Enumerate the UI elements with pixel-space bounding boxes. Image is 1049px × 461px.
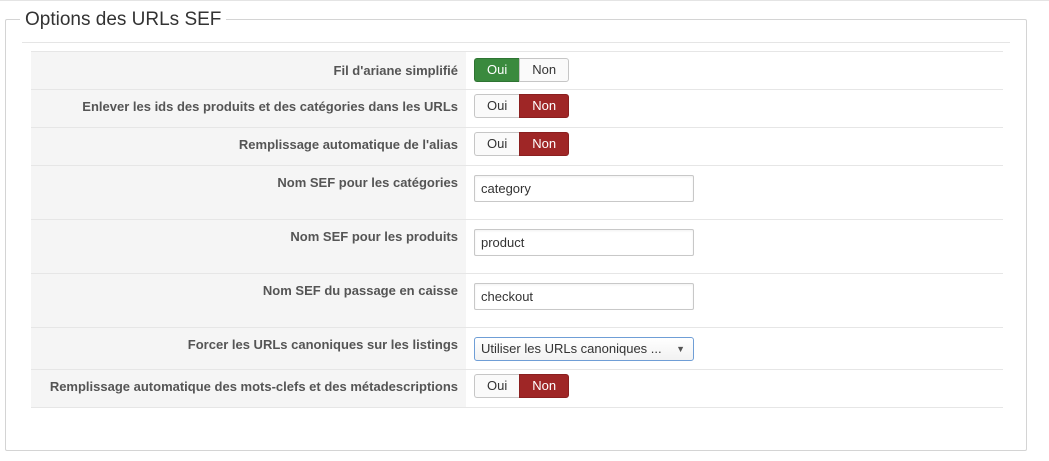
meta-toggle: Oui Non — [474, 374, 570, 398]
remove-ids-toggle: Oui Non — [474, 94, 570, 118]
no-button[interactable]: Non — [519, 132, 570, 156]
option-label: Nom SEF pour les produits — [31, 220, 466, 273]
yes-button[interactable]: Oui — [474, 374, 520, 398]
chevron-down-icon: ▼ — [676, 344, 685, 354]
option-label: Enlever les ids des produits et des caté… — [31, 90, 466, 127]
breadcrumb-toggle: Oui Non — [474, 58, 570, 82]
legend-divider — [22, 42, 1010, 43]
no-button[interactable]: Non — [519, 58, 570, 82]
option-row-breadcrumb: Fil d'ariane simplifié Oui Non — [31, 51, 1003, 89]
select-value: Utiliser les URLs canoniques ... — [481, 341, 662, 356]
option-label: Fil d'ariane simplifié — [31, 52, 466, 89]
alias-toggle: Oui Non — [474, 132, 570, 156]
option-label: Remplissage automatique des mots-clefs e… — [31, 370, 466, 407]
option-label: Nom SEF pour les catégories — [31, 166, 466, 219]
yes-button[interactable]: Oui — [474, 132, 520, 156]
option-label: Nom SEF du passage en caisse — [31, 274, 466, 327]
option-row-product-sef: Nom SEF pour les produits — [31, 219, 1003, 273]
option-row-remove-ids: Enlever les ids des produits et des caté… — [31, 89, 1003, 127]
checkout-sef-input[interactable] — [474, 283, 694, 310]
no-button[interactable]: Non — [519, 374, 570, 398]
option-row-canonical: Forcer les URLs canoniques sur les listi… — [31, 327, 1003, 369]
top-divider — [0, 0, 1049, 1]
fieldset-legend: Options des URLs SEF — [20, 8, 227, 32]
yes-button[interactable]: Oui — [474, 58, 520, 82]
yes-button[interactable]: Oui — [474, 94, 520, 118]
canonical-urls-select[interactable]: Utiliser les URLs canoniques ... ▼ — [474, 337, 694, 361]
option-label: Forcer les URLs canoniques sur les listi… — [31, 328, 466, 369]
option-row-meta: Remplissage automatique des mots-clefs e… — [31, 369, 1003, 408]
no-button[interactable]: Non — [519, 94, 570, 118]
product-sef-input[interactable] — [474, 229, 694, 256]
option-row-category-sef: Nom SEF pour les catégories — [31, 165, 1003, 219]
category-sef-input[interactable] — [474, 175, 694, 202]
option-row-checkout-sef: Nom SEF du passage en caisse — [31, 273, 1003, 327]
option-label: Remplissage automatique de l'alias — [31, 128, 466, 165]
options-table: Fil d'ariane simplifié Oui Non Enlever l… — [31, 51, 1003, 408]
option-row-alias: Remplissage automatique de l'alias Oui N… — [31, 127, 1003, 165]
